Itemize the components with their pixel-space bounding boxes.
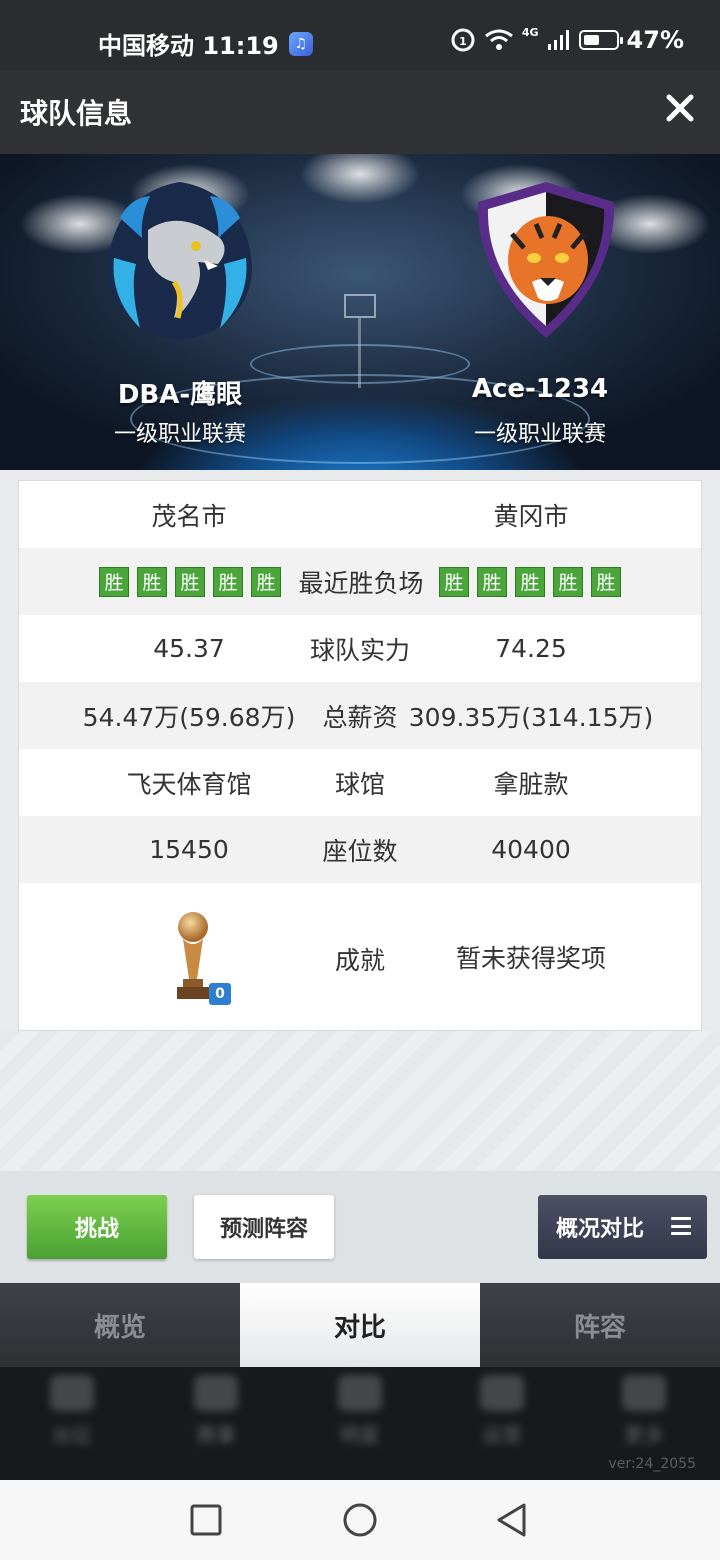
carrier-time: 中国移动 11:19 bbox=[98, 32, 279, 60]
overview-compare-label: 概况对比 bbox=[556, 1217, 645, 1242]
battery-percent: 47% bbox=[626, 26, 684, 54]
tab-compare[interactable]: 对比 bbox=[240, 1283, 480, 1367]
battery-fill bbox=[583, 35, 599, 45]
operations-icon bbox=[480, 1375, 524, 1411]
close-button[interactable] bbox=[660, 88, 700, 128]
nav-item-operations[interactable]: 运营 bbox=[452, 1367, 552, 1457]
tab-overview[interactable]: 概览 bbox=[0, 1283, 240, 1367]
nav-label: 赛事 bbox=[196, 1423, 236, 1447]
nav-item-expedition[interactable]: 出征 bbox=[22, 1367, 122, 1457]
menu-icon bbox=[671, 1217, 691, 1235]
away-seats: 40400 bbox=[491, 835, 571, 864]
comparison-card: 茂名市 黄冈市 胜 胜 胜 胜 胜 最近胜负场 胜 胜 胜 胜 胜 45.37 … bbox=[18, 480, 702, 1031]
arena-row: 飞天体育馆 球馆 拿脏款 bbox=[19, 749, 701, 816]
home-city: 茂名市 bbox=[151, 501, 227, 531]
dragon-logo-icon bbox=[108, 182, 252, 340]
away-achievement: 暂未获得奖项 bbox=[455, 944, 606, 973]
events-icon bbox=[194, 1375, 238, 1411]
away-arena: 拿脏款 bbox=[493, 769, 569, 799]
win-badge: 胜 bbox=[175, 566, 205, 597]
version-label: ver:24_2055 bbox=[608, 1456, 696, 1472]
win-badge: 胜 bbox=[515, 566, 545, 597]
win-badge: 胜 bbox=[477, 566, 507, 597]
stars-icon bbox=[338, 1375, 382, 1411]
win-badge: 胜 bbox=[137, 566, 167, 597]
win-badge: 胜 bbox=[251, 566, 281, 597]
status-left: 中国移动 11:19 ♫ bbox=[98, 26, 313, 61]
close-icon bbox=[666, 94, 694, 122]
network-type: 4G bbox=[521, 25, 539, 39]
nav-label: 更多 bbox=[624, 1423, 664, 1447]
nav-item-events[interactable]: 赛事 bbox=[166, 1367, 266, 1457]
away-team-name: Ace-1234 bbox=[471, 374, 609, 404]
hoop-pole bbox=[358, 318, 361, 388]
away-strength: 74.25 bbox=[495, 634, 567, 663]
page-title: 球队信息 bbox=[20, 97, 133, 130]
win-badge: 胜 bbox=[553, 566, 583, 597]
nav-label: 明星 bbox=[340, 1423, 380, 1447]
challenge-button[interactable]: 挑战 bbox=[27, 1195, 167, 1259]
win-badge: 胜 bbox=[439, 566, 469, 597]
home-seats: 15450 bbox=[149, 835, 229, 864]
tiger-logo-icon bbox=[477, 182, 615, 338]
tab-lineup[interactable]: 阵容 bbox=[480, 1283, 720, 1367]
more-icon bbox=[622, 1375, 666, 1411]
away-recent-badges: 胜 胜 胜 胜 胜 bbox=[439, 566, 621, 597]
away-salary: 309.35万(314.15万) bbox=[408, 702, 654, 732]
hoop bbox=[344, 294, 376, 318]
home-team-name: DBA-鹰眼 bbox=[117, 380, 243, 410]
tab-bar: 概览 对比 阵容 bbox=[0, 1283, 720, 1367]
expedition-icon bbox=[50, 1375, 94, 1411]
action-bar: 挑战 预测阵容 概况对比 bbox=[0, 1171, 720, 1283]
win-badge: 胜 bbox=[213, 566, 243, 597]
back-icon[interactable] bbox=[494, 1502, 530, 1538]
battery-icon bbox=[578, 30, 623, 50]
signal-icon bbox=[547, 30, 569, 50]
recent-apps-icon[interactable] bbox=[188, 1502, 224, 1538]
seats-row: 15450 座位数 40400 bbox=[19, 816, 701, 883]
salary-row: 54.47万(59.68万) 总薪资 309.35万(314.15万) bbox=[19, 682, 701, 749]
data-saver-icon: 1 bbox=[451, 28, 475, 52]
home-icon[interactable] bbox=[342, 1502, 378, 1538]
nav-item-more[interactable]: 更多 bbox=[594, 1367, 694, 1457]
city-row: 茂名市 黄冈市 bbox=[19, 481, 701, 548]
win-badge: 胜 bbox=[99, 566, 129, 597]
home-strength: 45.37 bbox=[153, 634, 225, 663]
wifi-icon bbox=[484, 29, 513, 50]
svg-text:1: 1 bbox=[459, 35, 467, 48]
nav-item-stars[interactable]: 明星 bbox=[310, 1367, 410, 1457]
nav-label: 运营 bbox=[482, 1423, 522, 1447]
achievement-row: 0 成就 暂未获得奖项 bbox=[19, 883, 701, 1031]
home-salary: 54.47万(59.68万) bbox=[82, 702, 296, 732]
away-team-league: 一级职业联赛 bbox=[473, 422, 606, 447]
recent-label: 最近胜负场 bbox=[298, 568, 424, 598]
status-right: 1 4G 47% bbox=[450, 26, 684, 54]
team-banner: DBA-鹰眼 一级职业联赛 Ace-1234 一级职业联赛 bbox=[0, 154, 720, 470]
predict-lineup-button[interactable]: 预测阵容 bbox=[194, 1195, 334, 1259]
win-badge: 胜 bbox=[591, 566, 621, 597]
recent-results-row: 胜 胜 胜 胜 胜 最近胜负场 胜 胜 胜 胜 胜 bbox=[19, 548, 701, 615]
overview-compare-button[interactable]: 概况对比 bbox=[538, 1195, 707, 1259]
home-recent-badges: 胜 胜 胜 胜 胜 bbox=[99, 566, 281, 597]
music-app-icon: ♫ bbox=[288, 31, 313, 56]
stadium-light bbox=[300, 154, 420, 204]
system-nav-bar bbox=[0, 1480, 720, 1560]
trophy-count-badge: 0 bbox=[209, 983, 231, 1005]
empty-area bbox=[0, 1031, 720, 1171]
away-city: 黄冈市 bbox=[493, 501, 569, 531]
bottom-nav: 出征 赛事 明星 运营 更多 ver:24_2055 bbox=[0, 1367, 720, 1480]
strength-row: 45.37 球队实力 74.25 bbox=[19, 615, 701, 682]
home-team-league: 一级职业联赛 bbox=[113, 422, 246, 447]
home-arena: 飞天体育馆 bbox=[126, 769, 252, 799]
header-bar: 球队信息 bbox=[0, 70, 720, 154]
nav-label: 出征 bbox=[52, 1423, 92, 1447]
